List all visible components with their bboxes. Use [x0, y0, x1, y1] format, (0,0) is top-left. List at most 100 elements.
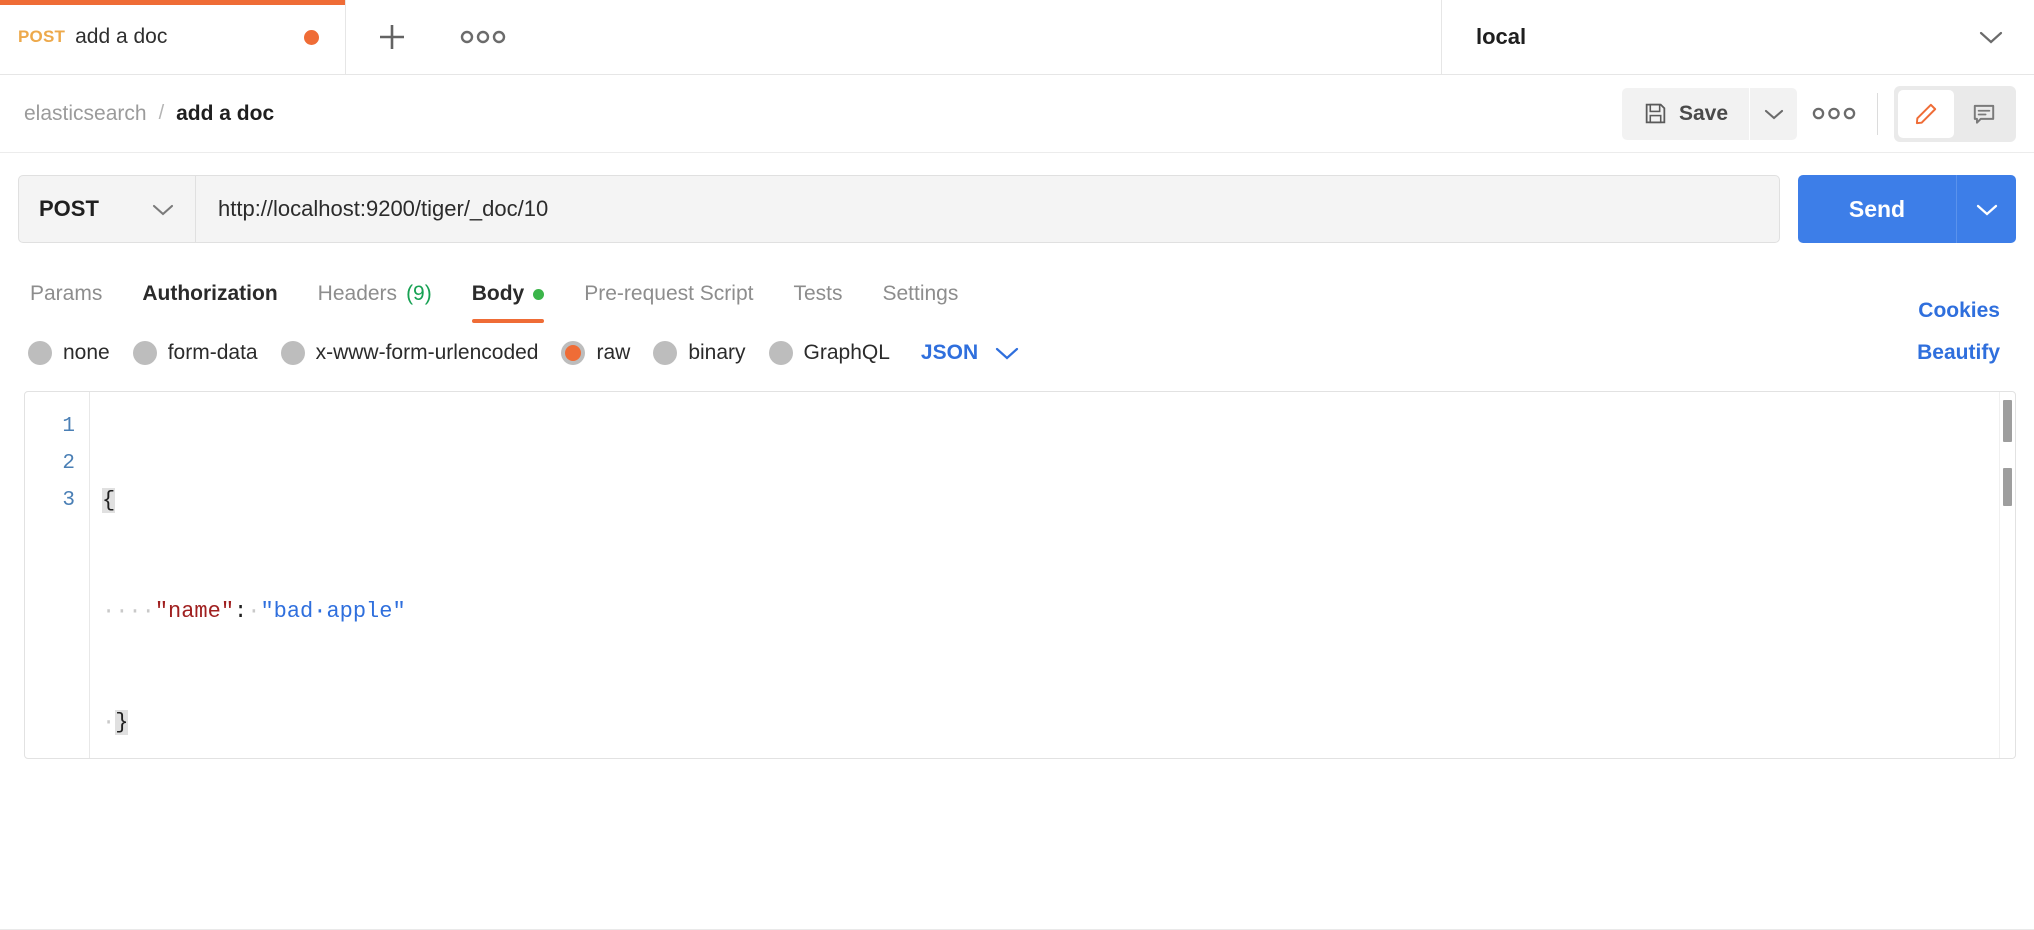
- tab-headers[interactable]: Headers (9): [298, 265, 452, 323]
- save-button[interactable]: Save: [1621, 87, 1749, 140]
- json-colon: :: [234, 599, 248, 624]
- comment-mode-button[interactable]: [1956, 90, 2012, 138]
- tab-title-label: add a doc: [75, 25, 168, 48]
- body-type-graphql[interactable]: GraphQL: [763, 341, 907, 365]
- send-options-button[interactable]: [1956, 175, 2016, 243]
- body-language-label: JSON: [920, 341, 979, 364]
- body-present-dot: [533, 288, 545, 300]
- body-type-none[interactable]: none: [24, 341, 127, 365]
- pencil-icon: [1913, 101, 1939, 127]
- radio-icon-selected: [561, 341, 586, 365]
- save-options-button[interactable]: [1749, 87, 1797, 140]
- chevron-down-icon: [151, 202, 175, 217]
- http-method-label: POST: [39, 196, 99, 221]
- body-type-none-label: none: [63, 341, 110, 364]
- editor-code-area[interactable]: { ····"name":·"bad·apple" ·}: [89, 392, 2015, 758]
- tab-bar-filler: [528, 0, 1442, 74]
- tab-pre-request-script[interactable]: Pre-request Script: [564, 265, 773, 323]
- new-tab-button[interactable]: [346, 0, 438, 74]
- breadcrumb-request-name[interactable]: add a doc: [176, 102, 274, 126]
- chevron-down-icon: [994, 345, 1020, 361]
- url-input[interactable]: http://localhost:9200/tiger/_doc/10: [196, 176, 1779, 242]
- ellipsis-icon: [460, 30, 506, 44]
- breadcrumb-separator: /: [158, 102, 165, 124]
- http-method-selector[interactable]: POST: [19, 176, 196, 242]
- send-button[interactable]: Send: [1798, 175, 1956, 243]
- floppy-disk-icon: [1643, 101, 1668, 126]
- radio-icon: [768, 341, 793, 365]
- line-number: 2: [62, 452, 75, 475]
- environment-selector[interactable]: local: [1442, 0, 2034, 74]
- code-line-2: ····"name":·"bad·apple": [102, 593, 2015, 630]
- tab-authorization[interactable]: Authorization: [122, 265, 297, 323]
- unsaved-changes-dot: [304, 29, 319, 45]
- comment-icon: [1971, 101, 1997, 127]
- breadcrumb: elasticsearch / add a doc: [24, 102, 274, 126]
- tab-headers-label: Headers: [317, 282, 398, 305]
- body-type-graphql-label: GraphQL: [803, 341, 890, 364]
- tab-options-button[interactable]: [438, 0, 528, 74]
- whitespace-marker: ····: [102, 599, 155, 624]
- environment-name: local: [1476, 24, 1527, 49]
- body-type-x-www-form-urlencoded[interactable]: x-www-form-urlencoded: [275, 341, 556, 365]
- tab-authorization-label: Authorization: [142, 282, 278, 305]
- send-button-group: Send: [1798, 175, 2016, 243]
- radio-icon: [280, 341, 305, 365]
- json-string-value: "bad·apple": [260, 599, 406, 624]
- tab-method-label: POST: [18, 27, 66, 46]
- json-open-brace: {: [102, 488, 116, 513]
- request-header-bar: elasticsearch / add a doc Save: [0, 75, 2034, 153]
- request-detail-tabs: Params Authorization Headers (9) Body Pr…: [0, 265, 2034, 323]
- url-input-group: POST http://localhost:9200/tiger/_doc/10: [18, 175, 1780, 243]
- tab-body-label: Body: [471, 282, 525, 305]
- request-tab-add-a-doc[interactable]: POST add a doc: [0, 0, 346, 74]
- beautify-link[interactable]: Beautify: [1917, 341, 2016, 365]
- plus-icon: [375, 20, 409, 54]
- body-type-binary[interactable]: binary: [647, 341, 762, 365]
- request-more-options-button[interactable]: [1797, 88, 1871, 140]
- radio-icon: [653, 341, 678, 365]
- url-value: http://localhost:9200/tiger/_doc/10: [218, 196, 549, 221]
- save-button-label: Save: [1678, 101, 1728, 125]
- body-type-selector: none form-data x-www-form-urlencoded raw…: [0, 323, 2034, 385]
- breadcrumb-collection[interactable]: elasticsearch: [24, 102, 147, 126]
- tab-pre-request-script-label: Pre-request Script: [584, 282, 754, 305]
- scrollbar-thumb-lower[interactable]: [2003, 468, 2012, 506]
- body-type-urlencoded-label: x-www-form-urlencoded: [315, 341, 539, 364]
- body-type-binary-label: binary: [688, 341, 746, 364]
- body-language-selector[interactable]: JSON: [921, 341, 1020, 365]
- body-type-form-data-label: form-data: [167, 341, 258, 364]
- tab-tests[interactable]: Tests: [773, 265, 862, 323]
- whitespace-marker: ·: [247, 599, 261, 624]
- whitespace-marker: ·: [102, 710, 116, 735]
- line-number: 1: [62, 415, 75, 438]
- tab-settings-label: Settings: [882, 282, 959, 305]
- edit-mode-button[interactable]: [1898, 89, 1954, 138]
- body-type-form-data[interactable]: form-data: [127, 341, 275, 365]
- chevron-down-icon: [1975, 202, 1999, 217]
- tab-tests-label: Tests: [793, 282, 843, 305]
- json-key: "name": [154, 599, 235, 624]
- radio-icon: [132, 341, 157, 365]
- chevron-down-icon: [1763, 107, 1785, 121]
- tab-settings[interactable]: Settings: [862, 265, 978, 323]
- json-close-brace: }: [115, 710, 129, 735]
- radio-icon: [28, 341, 52, 365]
- code-line-1: {: [102, 482, 2015, 519]
- url-bar: POST http://localhost:9200/tiger/_doc/10…: [0, 153, 2034, 265]
- code-line-3: ·}: [102, 704, 2015, 741]
- tab-bar: POST add a doc local: [0, 0, 2034, 75]
- tab-body[interactable]: Body: [452, 265, 565, 323]
- ellipsis-icon: [1812, 107, 1856, 120]
- scrollbar-thumb-upper[interactable]: [2003, 400, 2012, 442]
- editor-vertical-scrollbar[interactable]: [1999, 392, 2013, 758]
- header-actions: Save: [1621, 85, 2016, 142]
- body-code-editor[interactable]: 1 2 3 { ····"name":·"bad·apple" ·}: [24, 391, 2016, 759]
- chevron-down-icon: [1978, 29, 2004, 45]
- tab-params-label: Params: [30, 282, 103, 305]
- cookies-link[interactable]: Cookies: [1918, 299, 2016, 323]
- body-type-raw[interactable]: raw: [555, 341, 647, 365]
- tab-params[interactable]: Params: [24, 265, 122, 323]
- line-number: 3: [62, 489, 75, 512]
- header-divider: [1877, 92, 1878, 135]
